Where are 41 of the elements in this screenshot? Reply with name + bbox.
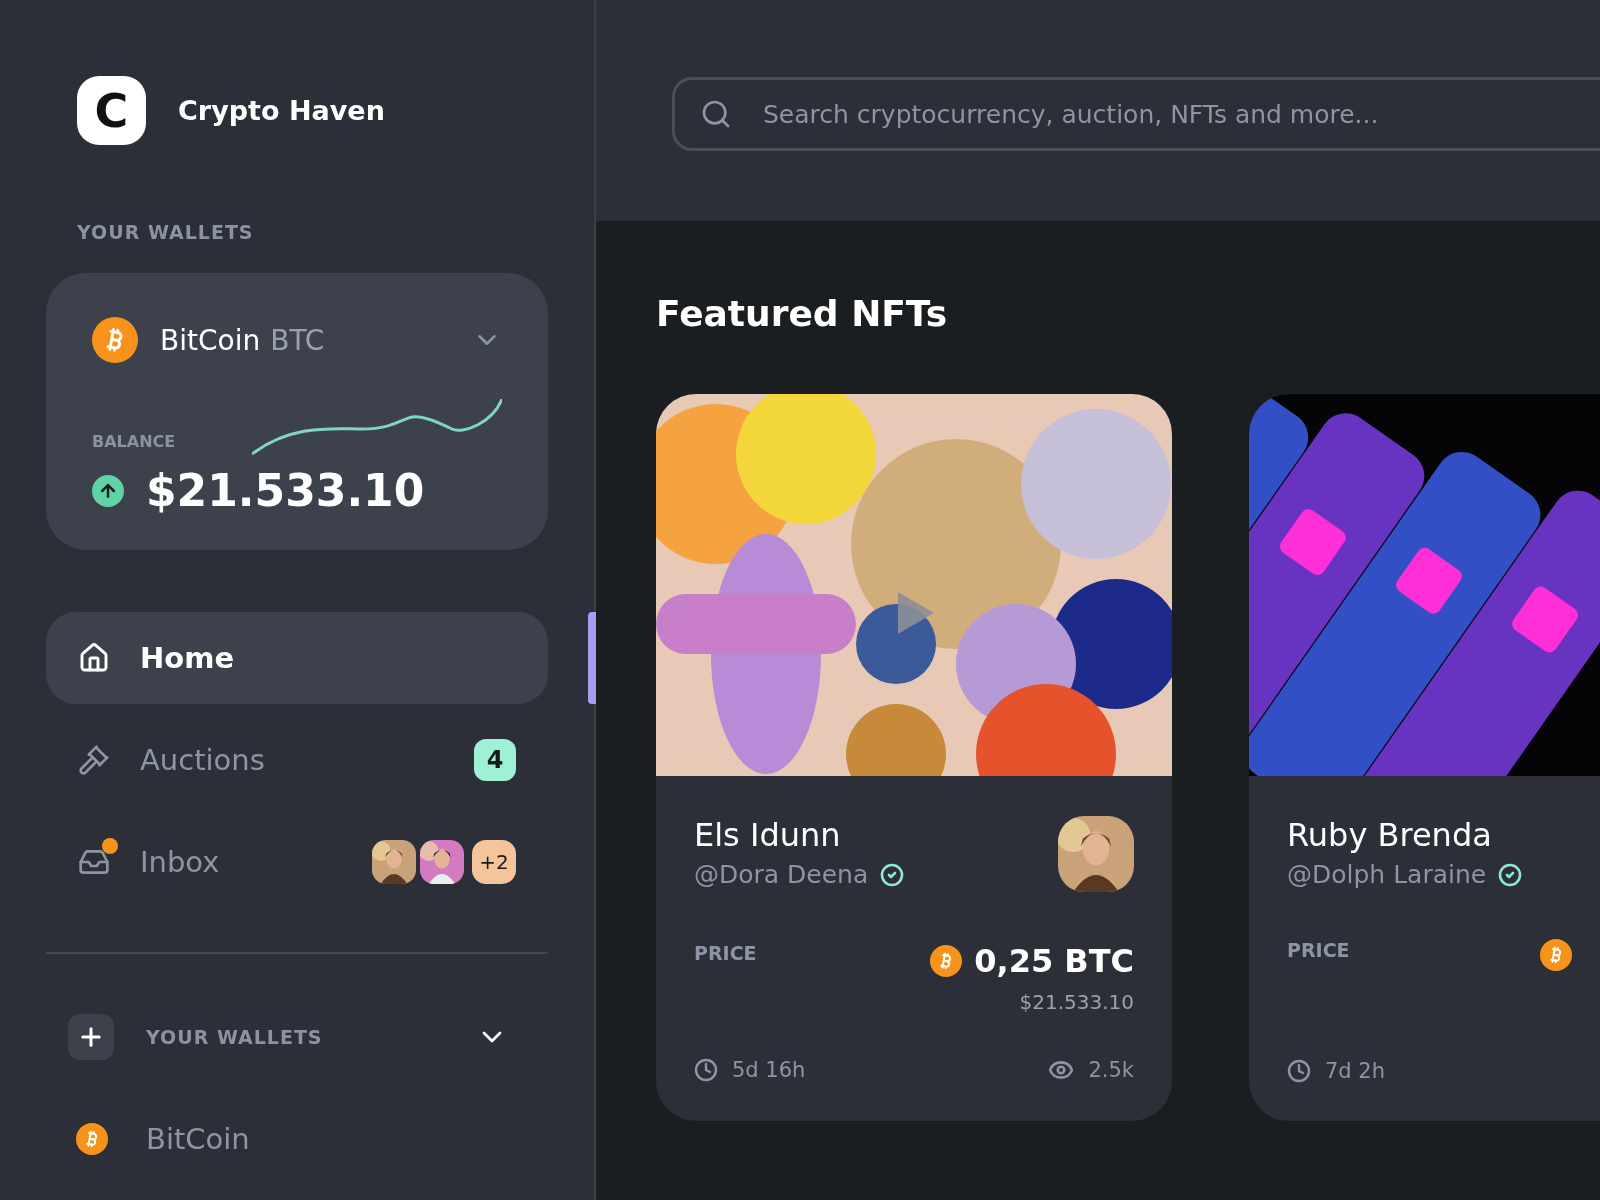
section-heading: YOUR WALLETS <box>77 221 255 243</box>
time-left: 5d 16h <box>732 1058 806 1082</box>
brand-name: Crypto Haven <box>178 95 385 126</box>
play-icon[interactable] <box>896 590 936 636</box>
balance-label: BALANCE <box>92 432 176 451</box>
nav-item[interactable]: Inbox +2 <box>46 816 548 908</box>
wallet-ticker: BTC <box>270 323 325 357</box>
bitcoin-icon <box>1540 939 1572 971</box>
nav-item[interactable]: Auctions 4 <box>46 714 548 806</box>
home-icon <box>78 642 110 674</box>
search-field[interactable]: Search cryptocurrency, auction, NFTs and more... <box>672 77 1600 151</box>
view-count: 2.5k <box>1088 1058 1134 1082</box>
wallet-item[interactable]: BitCoin <box>146 1122 250 1156</box>
arrow-up-icon <box>92 474 124 507</box>
bitcoin-icon <box>92 317 138 363</box>
logo: C <box>77 76 146 145</box>
nft-title: Ruby Brenda <box>1287 816 1493 854</box>
section-title: Featured NFTs <box>656 293 949 334</box>
clock-icon <box>1287 1059 1311 1083</box>
nft-card[interactable]: Els Idunn @Dora Deena PRICE 0,25 BTC $21.533.10 5d 16h 2.5k <box>656 394 1172 1121</box>
clock-icon <box>694 1058 718 1082</box>
bitcoin-icon <box>930 945 963 977</box>
add-wallet-button[interactable] <box>68 1014 114 1060</box>
gavel-icon <box>78 744 110 776</box>
price-label: PRICE <box>1287 939 1351 961</box>
nav-item[interactable]: Home <box>46 612 548 704</box>
nft-title: Els Idunn <box>694 816 842 854</box>
section-heading: YOUR WALLETS <box>146 1026 324 1048</box>
search-icon <box>700 98 732 130</box>
price-label: PRICE <box>694 942 758 964</box>
count-badge: 4 <box>474 739 516 781</box>
nft-card[interactable]: Ruby Brenda @Dolph Laraine PRICE 7d 2h <box>1249 394 1600 1121</box>
wallet-name: BitCoin <box>160 323 261 357</box>
more-count: +2 <box>472 840 516 884</box>
price-usd: $21.533.10 <box>1019 990 1134 1014</box>
time-left: 7d 2h <box>1325 1059 1386 1083</box>
creator-handle[interactable]: @Dolph Laraine <box>1287 860 1487 889</box>
balance-amount: $21.533.10 <box>146 465 425 516</box>
creator-handle[interactable]: @Dora Deena <box>694 860 869 889</box>
bitcoin-icon <box>76 1123 108 1155</box>
price: 0,25 BTC <box>974 942 1134 980</box>
